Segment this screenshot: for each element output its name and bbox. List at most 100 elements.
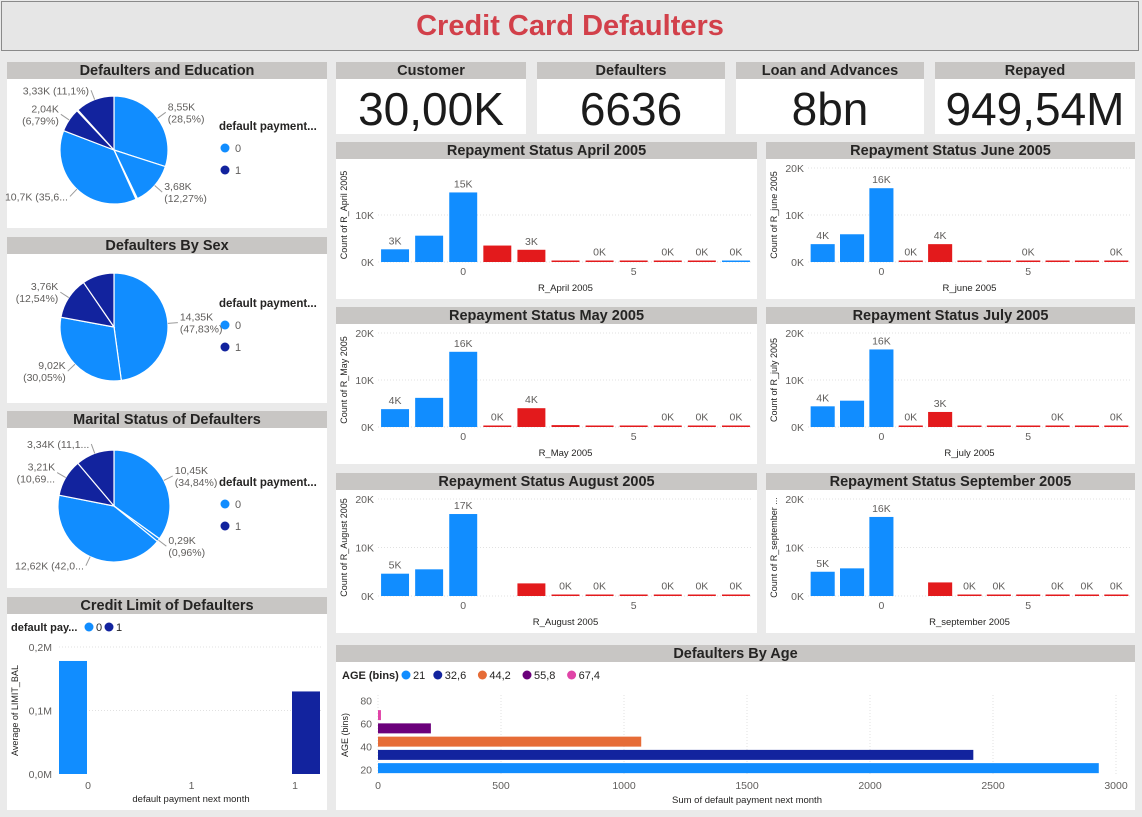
july-bar bbox=[810, 406, 835, 427]
july-bar bbox=[1104, 425, 1129, 427]
april-x-tick: 0 bbox=[460, 266, 466, 278]
september-y-tick: 20K bbox=[785, 494, 804, 506]
marital-slice-label: 3,34K (11,1... bbox=[27, 439, 89, 451]
repayment-september-panel[interactable]: Repayment Status September 2005 0K 10K 20K… bbox=[766, 473, 1135, 633]
repayment-june-chart[interactable]: 0K 10K 20K 4K 16K 0K 4K 0K 0K 0 5 R_june 2005 Count … bbox=[766, 142, 1135, 299]
july-data-label: 3K bbox=[934, 398, 947, 410]
marital-panel[interactable]: Marital Status of Defaulters 10,45K (34,8… bbox=[7, 411, 327, 588]
september-bar bbox=[986, 594, 1011, 596]
july-bar bbox=[898, 425, 923, 427]
may-bar bbox=[585, 425, 614, 427]
education-slice-pct: (28,5%) bbox=[168, 113, 205, 125]
kpi-repayed-label: Repayed bbox=[935, 62, 1135, 79]
july-data-label: 0K bbox=[1051, 412, 1064, 424]
repayment-april-chart[interactable]: 0K 10K 3K 15K 3K 0K 0K 0K 0K 0 5 R_April 2005 Count … bbox=[336, 142, 757, 299]
repayment-september-chart[interactable]: 0K 10K 20K 5K 16K 0K 0K 0K 0K 0K 0 5 R_september 200… bbox=[766, 473, 1135, 633]
repayment-june-panel[interactable]: Repayment Status June 2005 0K 10K 20K 4K 16K… bbox=[766, 142, 1135, 299]
kpi-loan-label: Loan and Advances bbox=[736, 62, 924, 79]
repayment-august-chart[interactable]: 0K 10K 20K 5K 17K 0K 0K 0K 0K 0K 0 5 R_August 2005 Co… bbox=[336, 473, 757, 633]
repayment-july-panel[interactable]: Repayment Status July 2005 0K 10K 20K 4K 16K… bbox=[766, 307, 1135, 464]
june-bar bbox=[1074, 260, 1099, 262]
repayment-july-chart[interactable]: 0K 10K 20K 4K 16K 0K 3K 0K 0K 0 5 R_july 2005 Count … bbox=[766, 307, 1135, 464]
july-bar bbox=[957, 425, 982, 427]
age-x-axis-label: Sum of default payment next month bbox=[672, 795, 822, 806]
april-y-tick: 10K bbox=[355, 210, 374, 222]
may-bar bbox=[449, 351, 478, 427]
age-legend-item: 21 bbox=[413, 670, 425, 682]
age-y-tick: 40 bbox=[360, 741, 372, 753]
education-legend-item: 1 bbox=[235, 165, 241, 177]
education-slice-label: 3,33K (11,1%) bbox=[23, 85, 89, 97]
marital-pie-chart[interactable]: 10,45K(34,84%) 0,29K(0,96%) 12,62K (42,0..… bbox=[7, 411, 327, 588]
education-slice-pct: (6,79%) bbox=[22, 115, 59, 127]
repayment-august-panel[interactable]: Repayment Status August 2005 0K 10K 20K 5K 1… bbox=[336, 473, 757, 633]
kpi-customer-card[interactable]: Customer 30,00K bbox=[336, 62, 526, 135]
may-bar bbox=[687, 425, 716, 427]
marital-slice-label: 3,21K bbox=[28, 462, 55, 474]
september-bar bbox=[957, 594, 982, 596]
july-x-tick: 0 bbox=[878, 431, 884, 443]
credit-legend-swatch bbox=[104, 622, 114, 632]
repayment-may-panel[interactable]: Repayment Status May 2005 0K 10K 20K 4K 16K 0… bbox=[336, 307, 757, 464]
april-bar bbox=[551, 260, 580, 262]
may-bar bbox=[721, 425, 750, 427]
sex-leader-line bbox=[67, 363, 76, 372]
age-x-tick: 500 bbox=[492, 780, 510, 792]
repayment-april-panel[interactable]: Repayment Status April 2005 0K 10K 3K 15K 3K… bbox=[336, 142, 757, 299]
credit-x-tick: 1 bbox=[189, 780, 195, 792]
april-bar bbox=[653, 260, 682, 262]
marital-legend-title: default payment... bbox=[219, 477, 317, 489]
june-y-axis-label: Count of R_june 2005 bbox=[769, 171, 779, 259]
june-y-tick: 10K bbox=[785, 210, 804, 222]
september-x-tick: 0 bbox=[878, 600, 884, 612]
september-data-label: 0K bbox=[963, 581, 976, 593]
april-data-label: 3K bbox=[525, 236, 538, 248]
education-panel[interactable]: Defaulters and Education 8,55K (28,5%) 3,6… bbox=[5, 62, 327, 228]
april-data-label: 0K bbox=[593, 247, 606, 259]
june-x-tick: 0 bbox=[878, 266, 884, 278]
sex-slice-label: 14,35K bbox=[180, 312, 213, 324]
age-panel[interactable]: Defaulters By Age AGE (bins) 21 32,6 44,2 55… bbox=[336, 645, 1135, 810]
april-bar bbox=[687, 260, 716, 262]
july-data-label: 16K bbox=[872, 335, 891, 347]
june-bar bbox=[1104, 260, 1129, 262]
august-data-label: 17K bbox=[454, 500, 473, 512]
age-legend-item: 32,6 bbox=[445, 670, 466, 682]
marital-legend-item: 0 bbox=[235, 499, 241, 511]
sex-leader-line bbox=[167, 322, 178, 324]
august-bar bbox=[551, 594, 580, 596]
sex-leader-line bbox=[60, 291, 69, 299]
august-data-label: 0K bbox=[730, 581, 743, 593]
september-bar bbox=[840, 568, 865, 596]
june-bar bbox=[810, 244, 835, 262]
sex-pie-chart[interactable]: 14,35K(47,83%) 9,02K(30,05%) 3,76K(12,54%)… bbox=[7, 237, 327, 403]
july-y-tick: 10K bbox=[785, 375, 804, 387]
april-bar bbox=[585, 260, 614, 262]
sex-panel[interactable]: Defaulters By Sex 14,35K (47,83%) 9,02K (30… bbox=[7, 237, 327, 403]
july-y-tick: 20K bbox=[785, 328, 804, 340]
may-data-label: 0K bbox=[730, 412, 743, 424]
kpi-repayed-card[interactable]: Repayed 949,54M bbox=[935, 62, 1135, 135]
may-data-label: 0K bbox=[695, 412, 708, 424]
education-pie-chart[interactable]: 8,55K(28,5%) 3,68K(12,27%) 10,7K (35,6... 2… bbox=[5, 62, 327, 228]
age-chart[interactable]: AGE (bins) 21 32,6 44,2 55,8 67,4 0 500 1000 1500… bbox=[336, 645, 1135, 810]
september-data-label: 0K bbox=[1051, 581, 1064, 593]
kpi-loan-card[interactable]: Loan and Advances 8bn bbox=[736, 62, 924, 135]
age-bar bbox=[378, 749, 974, 760]
may-bar bbox=[483, 425, 512, 427]
july-bar bbox=[869, 349, 894, 427]
repayment-may-chart[interactable]: 0K 10K 20K 4K 16K 0K 4K 0K 0K 0K 0 5 R_May 2005 Count… bbox=[336, 307, 757, 464]
kpi-defaulters-label: Defaulters bbox=[537, 62, 725, 79]
kpi-defaulters-card[interactable]: Defaulters 6636 bbox=[537, 62, 725, 135]
august-bar bbox=[381, 573, 410, 596]
age-bar bbox=[378, 763, 1099, 774]
credit-limit-chart[interactable]: default pay... 0 1 0,0M 0,1M 0,2M 0 1 1 default p… bbox=[7, 597, 327, 810]
marital-leader-line bbox=[163, 475, 173, 481]
credit-limit-panel[interactable]: Credit Limit of Defaulters default pay..… bbox=[7, 597, 327, 810]
education-leader-line bbox=[60, 113, 70, 121]
age-x-tick: 2000 bbox=[858, 780, 882, 792]
kpi-customer-value: 30,00K bbox=[358, 83, 504, 135]
age-bar bbox=[378, 710, 381, 721]
education-legend-item: 0 bbox=[235, 143, 241, 155]
june-bar bbox=[957, 260, 982, 262]
